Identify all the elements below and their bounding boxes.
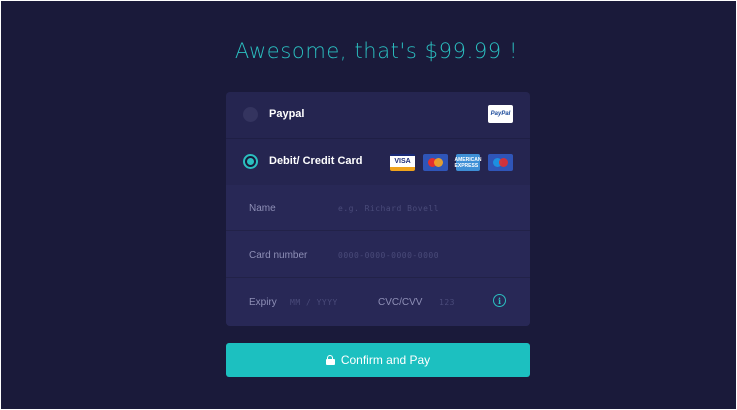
paypal-label: Paypal [269, 108, 305, 120]
visa-logo-icon: VISA [390, 154, 415, 171]
confirm-and-pay-button[interactable]: Confirm and Pay [226, 343, 530, 377]
payment-option-paypal[interactable]: Paypal PayPal [226, 92, 530, 138]
expiry-label: Expiry [249, 297, 277, 308]
card-number-label: Card number [249, 250, 308, 261]
payment-option-card[interactable]: Debit/ Credit Card VISA AMERICAN EXPRESS [226, 138, 530, 184]
payment-panel: Paypal PayPal Debit/ Credit Card VISA AM… [226, 92, 530, 326]
name-input[interactable] [338, 199, 498, 217]
lock-icon [325, 355, 335, 365]
card-fields: Name Card number Expiry CVC/CVV i [226, 185, 530, 326]
name-label: Name [249, 203, 276, 214]
maestro-logo-icon [488, 154, 513, 171]
paypal-radio[interactable] [243, 107, 258, 122]
page-title: Awesome, that's $99.99 ! [234, 39, 519, 63]
card-number-row: Card number [226, 232, 530, 278]
name-row: Name [226, 185, 530, 231]
paypal-logo-icon: PayPal [488, 105, 513, 123]
cvc-label: CVC/CVV [378, 297, 423, 308]
card-number-input[interactable] [338, 246, 508, 264]
expiry-cvc-row: Expiry CVC/CVV i [226, 279, 530, 325]
amex-logo-icon: AMERICAN EXPRESS [455, 154, 481, 171]
confirm-button-label: Confirm and Pay [340, 353, 431, 367]
cvc-input[interactable] [439, 293, 483, 311]
card-radio[interactable] [243, 154, 258, 169]
card-label: Debit/ Credit Card [269, 155, 363, 167]
expiry-input[interactable] [290, 293, 362, 311]
checkout-page: Awesome, that's $99.99 ! Paypal PayPal D… [1, 1, 736, 409]
info-icon[interactable]: i [493, 294, 506, 307]
mastercard-logo-icon [423, 154, 448, 171]
